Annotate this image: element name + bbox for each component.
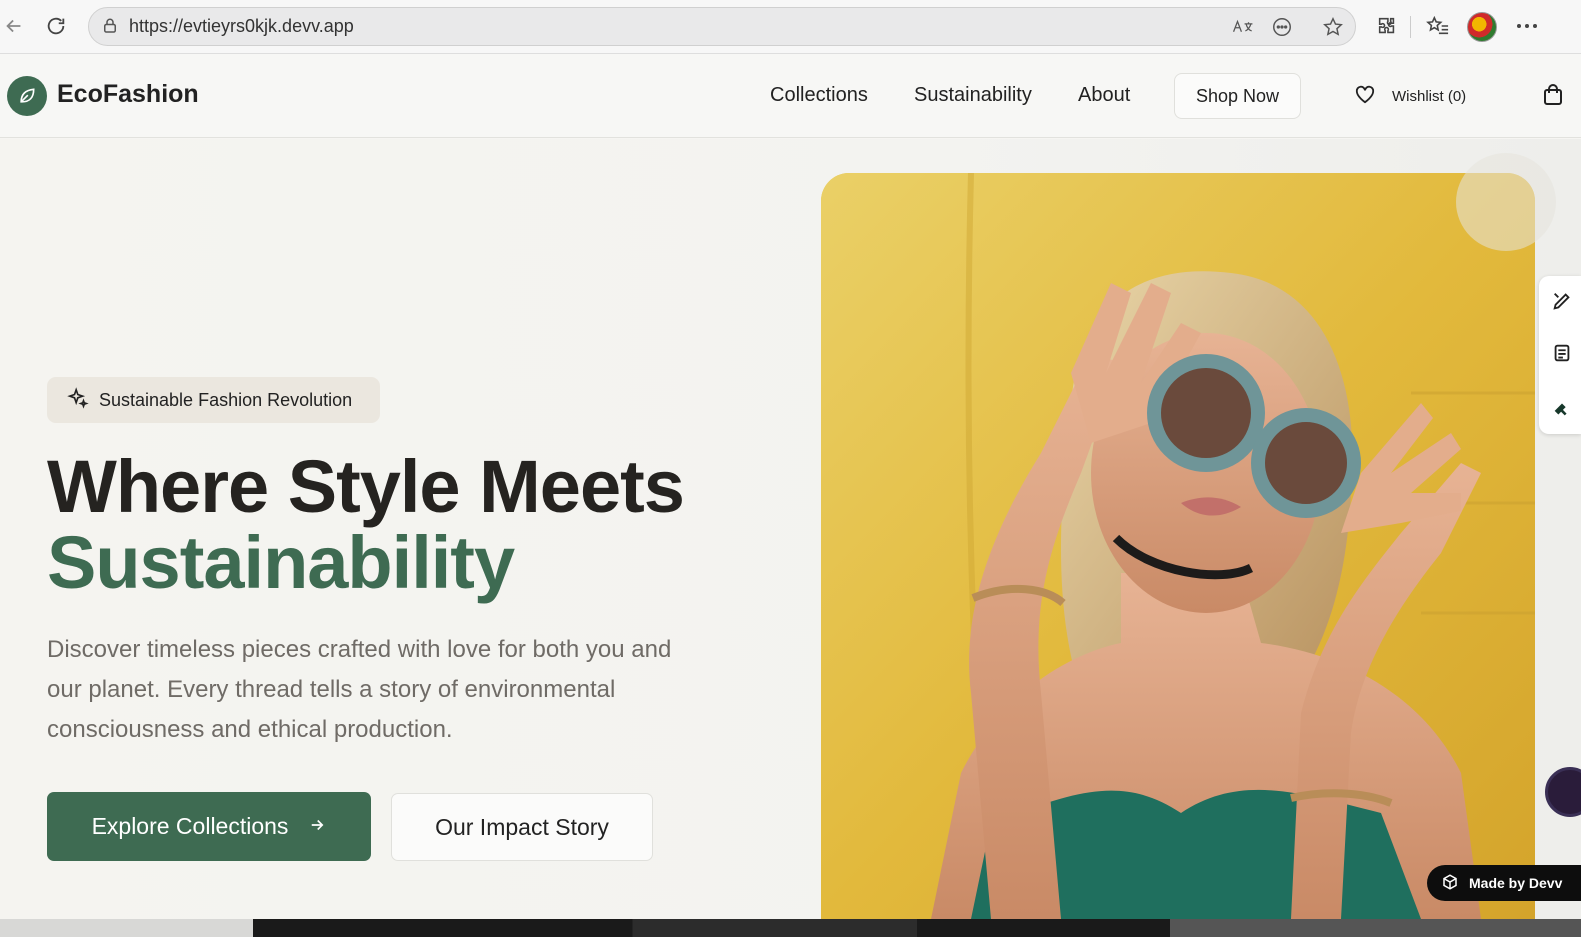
hero-badge: Sustainable Fashion Revolution [47,377,380,423]
nav-collections[interactable]: Collections [770,84,868,107]
wishlist-label: Wishlist (0) [1392,87,1467,105]
hero-title-accent: Sustainability [47,521,515,604]
hero-title: Where Style Meets Sustainability [47,449,685,604]
arrow-left-icon[interactable] [0,12,28,40]
edit-icon[interactable] [1551,290,1573,312]
made-by-label: Made by Devv [1469,875,1563,891]
translate-icon[interactable] [1232,16,1254,38]
pin-icon[interactable] [1551,398,1573,420]
made-by-devv-badge[interactable]: Made by Devv [1427,865,1581,901]
document-icon[interactable] [1551,342,1573,364]
lock-icon[interactable] [101,17,119,40]
hero-section: Sustainable Fashion Revolution Where Sty… [0,139,1581,919]
shop-now-button[interactable]: Shop Now [1174,73,1301,119]
wishlist-button[interactable]: Wishlist (0) [1354,84,1466,108]
arrow-right-icon [308,813,326,840]
hero-title-line1: Where Style Meets [47,445,685,528]
address-bar[interactable]: https://evtieyrs0kjk.devv.app [88,7,1356,46]
hero-image [821,173,1535,919]
leaf-icon[interactable] [7,76,47,116]
impact-story-button[interactable]: Our Impact Story [391,793,653,861]
toolbar-divider [1410,16,1411,38]
hero-badge-text: Sustainable Fashion Revolution [99,389,353,410]
star-icon[interactable] [1322,16,1344,38]
decorative-circle [1456,153,1556,251]
more-circle-icon[interactable] [1271,16,1293,38]
sparkle-icon [67,386,89,414]
cube-icon [1441,873,1459,894]
reload-icon[interactable] [42,12,70,40]
hero-description: Discover timeless pieces crafted with lo… [47,636,672,743]
address-url[interactable]: https://evtieyrs0kjk.devv.app [129,16,354,37]
site-header: EcoFashion Collections Sustainability Ab… [0,54,1581,138]
ellipsis-icon[interactable] [1514,13,1540,39]
explore-collections-button[interactable]: Explore Collections [47,792,371,861]
browser-toolbar: https://evtieyrs0kjk.devv.app [0,0,1581,54]
nav-about[interactable]: About [1078,84,1130,107]
favorites-list-icon[interactable] [1425,13,1451,39]
explore-collections-label: Explore Collections [91,813,289,839]
bottom-strip [0,919,1581,937]
nav-sustainability[interactable]: Sustainability [914,84,1032,107]
brand-name[interactable]: EcoFashion [57,80,199,109]
avatar[interactable] [1467,12,1497,42]
heart-icon [1354,84,1376,108]
side-toolbar [1539,276,1581,434]
puzzle-icon[interactable] [1374,13,1400,39]
hero-image-illustration [821,173,1535,919]
shopping-bag-icon[interactable] [1543,84,1563,111]
